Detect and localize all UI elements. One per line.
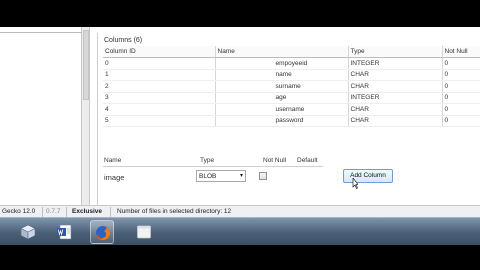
columns-table-header: Column ID Name Type Not Null: [103, 46, 480, 58]
cell-not-null: 0: [441, 57, 480, 70]
cell-column-id: 5: [103, 115, 215, 127]
cell-column-id: 0: [103, 57, 215, 70]
columns-table: Column ID Name Type Not Null 0 empoyeeid…: [103, 46, 480, 127]
status-divider: [42, 207, 43, 217]
add-column-button[interactable]: Add Column: [343, 169, 393, 183]
left-pane-divider: [0, 32, 82, 33]
cell-name: name: [275, 71, 292, 79]
cell-type: CHAR: [347, 80, 442, 93]
cell-not-null: 0: [441, 80, 480, 93]
cube-app-icon: [20, 224, 36, 240]
form-divider: [103, 166, 323, 167]
cell-name: empoyeeid: [275, 59, 308, 67]
cell-column-id: 2: [103, 80, 215, 93]
columns-section-title: Columns (6): [104, 37, 143, 44]
cell-column-id: 3: [103, 92, 215, 104]
header-type[interactable]: Type: [347, 46, 442, 58]
engine-label: Gecko 12.0: [2, 208, 36, 215]
new-column-labels: Name Type Not Null Default: [104, 157, 404, 166]
column-type-value: BLOB: [199, 173, 217, 180]
header-not-null[interactable]: Not Null: [441, 46, 480, 58]
label-default: Default: [297, 157, 318, 164]
cell-column-id: 4: [103, 103, 215, 116]
table-row[interactable]: 0 empoyeeid INTEGER 0: [103, 57, 480, 70]
window-app-icon: [137, 225, 151, 239]
label-type: Type: [200, 157, 215, 164]
taskbar-item-cube-app[interactable]: [16, 220, 40, 244]
cell-name: password: [275, 117, 304, 125]
files-count-text: Number of files in selected directory: 1…: [117, 208, 232, 215]
version-label: 0.7.7: [46, 208, 61, 215]
column-type-select[interactable]: BLOB ▾: [196, 170, 246, 182]
firefox-icon: [96, 225, 111, 240]
cell-not-null: 0: [441, 103, 480, 116]
header-column-id[interactable]: Column ID: [103, 46, 215, 58]
table-row[interactable]: 5 password CHAR 0: [103, 115, 480, 127]
table-row[interactable]: 4 username CHAR 0: [103, 103, 480, 116]
new-column-name-input[interactable]: image: [104, 173, 124, 182]
cell-name: age: [275, 94, 287, 102]
cell-not-null: 0: [441, 69, 480, 81]
cell-type: CHAR: [347, 115, 442, 127]
cell-type: INTEGER: [347, 92, 442, 104]
app-window: Columns (6) Column ID Name Type Not Null…: [0, 27, 480, 217]
left-pane: [0, 27, 82, 217]
scrollbar-thumb[interactable]: [83, 30, 89, 100]
cell-not-null: 0: [441, 92, 480, 104]
cell-type: CHAR: [347, 69, 442, 81]
taskbar-item-window[interactable]: [132, 220, 156, 244]
vertical-scrollbar[interactable]: [82, 27, 90, 205]
taskbar: [0, 217, 480, 245]
cell-column-id: 1: [103, 69, 215, 81]
cell-name: username: [275, 105, 305, 113]
cell-type: INTEGER: [347, 57, 442, 70]
screen-letterbox: [0, 245, 480, 270]
label-not-null: Not Null: [263, 157, 287, 164]
mode-label: Exclusive: [72, 208, 102, 215]
word-document-icon: [57, 224, 72, 240]
header-name[interactable]: Name: [214, 46, 348, 58]
chevron-down-icon: ▾: [239, 173, 243, 179]
status-divider: [66, 207, 67, 217]
taskbar-item-firefox[interactable]: [90, 220, 114, 244]
table-row[interactable]: 1 name CHAR 0: [103, 69, 480, 81]
table-structure-panel: Columns (6) Column ID Name Type Not Null…: [91, 27, 480, 205]
taskbar-item-word[interactable]: [52, 220, 76, 244]
cell-type: CHAR: [347, 103, 442, 116]
not-null-checkbox[interactable]: [259, 172, 267, 180]
label-name: Name: [104, 157, 122, 164]
cell-name: surname: [275, 82, 301, 90]
cell-not-null: 0: [441, 115, 480, 127]
mouse-cursor-icon: [352, 178, 358, 189]
status-bar: Gecko 12.0 0.7.7 Exclusive Number of fil…: [0, 205, 480, 217]
status-divider: [110, 207, 111, 217]
table-row[interactable]: 2 surname CHAR 0: [103, 80, 480, 93]
table-row[interactable]: 3 age INTEGER 0: [103, 92, 480, 104]
